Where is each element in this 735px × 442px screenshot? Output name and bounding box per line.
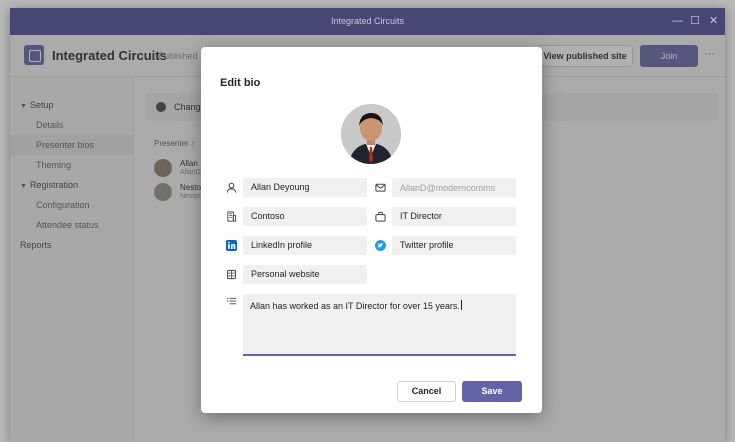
save-button[interactable]: Save (462, 381, 522, 402)
twitter-field[interactable]: Twitter profile (392, 236, 516, 255)
window-title: Integrated Circuits (330, 16, 405, 26)
name-field[interactable]: Allan Deyoung (243, 178, 367, 197)
email-field[interactable] (392, 178, 516, 197)
building-icon (225, 210, 237, 222)
linkedin-icon (225, 239, 237, 251)
presenter-photo[interactable] (341, 104, 401, 164)
person-icon (225, 181, 237, 193)
twitter-icon (374, 239, 386, 251)
minimize-button[interactable]: — (672, 15, 683, 27)
website-field[interactable]: Personal website (243, 265, 367, 284)
maximize-button[interactable]: ☐ (690, 15, 700, 27)
title-bar: Integrated Circuits — ☐ ✕ (10, 8, 725, 35)
cancel-button[interactable]: Cancel (397, 381, 456, 402)
job-title-field[interactable]: IT Director (392, 207, 516, 226)
linkedin-field[interactable]: LinkedIn profile (243, 236, 367, 255)
dialog-title: Edit bio (220, 77, 261, 89)
close-button[interactable]: ✕ (709, 15, 718, 27)
briefcase-icon (374, 210, 386, 222)
bio-text: Allan has worked as an IT Director for o… (250, 301, 460, 311)
mail-icon (374, 181, 386, 193)
company-field[interactable]: Contoso (243, 207, 367, 226)
email-input[interactable] (400, 178, 516, 197)
edit-bio-dialog: Edit bio Allan Deyoung Contoso IT Direct… (201, 47, 542, 413)
bio-textarea[interactable]: Allan has worked as an IT Director for o… (243, 294, 516, 356)
text-list-icon (225, 295, 237, 307)
globe-icon (225, 268, 237, 280)
